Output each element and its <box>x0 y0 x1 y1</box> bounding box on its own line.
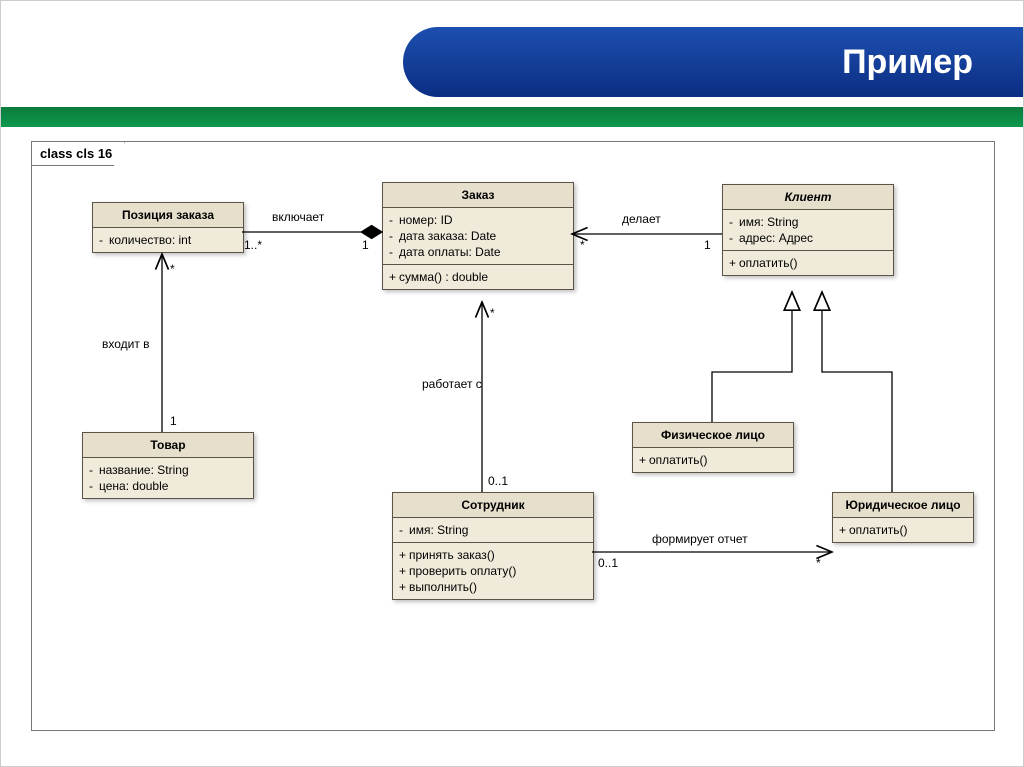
class-title: Сотрудник <box>393 493 593 518</box>
class-attrs: -имя: String <box>393 518 593 543</box>
class-title: Позиция заказа <box>93 203 243 228</box>
accent-band <box>1 107 1023 127</box>
mult: 0..1 <box>488 474 508 488</box>
class-order-item: Позиция заказа -количество: int <box>92 202 244 253</box>
mult: * <box>170 262 175 276</box>
slide-title: Пример <box>403 27 1023 82</box>
class-title: Клиент <box>723 185 893 210</box>
rel-makes: делает <box>622 212 661 226</box>
class-attrs: -количество: int <box>93 228 243 252</box>
class-attrs: -имя: String -адрес: Адрес <box>723 210 893 251</box>
mult: 1 <box>704 238 711 252</box>
class-client: Клиент -имя: String -адрес: Адрес +оплат… <box>722 184 894 276</box>
class-order: Заказ -номер: ID -дата заказа: Date -дат… <box>382 182 574 290</box>
class-person: Физическое лицо +оплатить() <box>632 422 794 473</box>
rel-works: работает с <box>422 377 482 391</box>
diagram-frame: class cls 16 Позиция заказа -количество:… <box>31 141 995 731</box>
mult: 1..* <box>244 238 262 252</box>
rel-contains: входит в <box>102 337 150 351</box>
rel-reports: формирует отчет <box>652 532 748 546</box>
frame-label: class cls 16 <box>31 141 125 166</box>
class-attrs: -номер: ID -дата заказа: Date -дата опла… <box>383 208 573 265</box>
slide: Пример class cls 16 Позиция заказа -коли… <box>0 0 1024 767</box>
title-bar: Пример <box>403 27 1023 97</box>
mult: * <box>490 306 495 320</box>
class-ops: +оплатить() <box>633 448 793 472</box>
class-title: Физическое лицо <box>633 423 793 448</box>
mult: 0..1 <box>598 556 618 570</box>
class-ops: +оплатить() <box>723 251 893 275</box>
mult: 1 <box>170 414 177 428</box>
class-attrs: -название: String -цена: double <box>83 458 253 498</box>
rel-includes: включает <box>272 210 324 224</box>
class-ops: +принять заказ() +проверить оплату() +вы… <box>393 543 593 599</box>
class-title: Заказ <box>383 183 573 208</box>
class-employee: Сотрудник -имя: String +принять заказ() … <box>392 492 594 600</box>
class-title: Товар <box>83 433 253 458</box>
class-ops: +сумма() : double <box>383 265 573 289</box>
mult: * <box>816 556 821 570</box>
class-ops: +оплатить() <box>833 518 973 542</box>
class-product: Товар -название: String -цена: double <box>82 432 254 499</box>
class-company: Юридическое лицо +оплатить() <box>832 492 974 543</box>
class-title: Юридическое лицо <box>833 493 973 518</box>
mult: * <box>580 238 585 252</box>
mult: 1 <box>362 238 369 252</box>
